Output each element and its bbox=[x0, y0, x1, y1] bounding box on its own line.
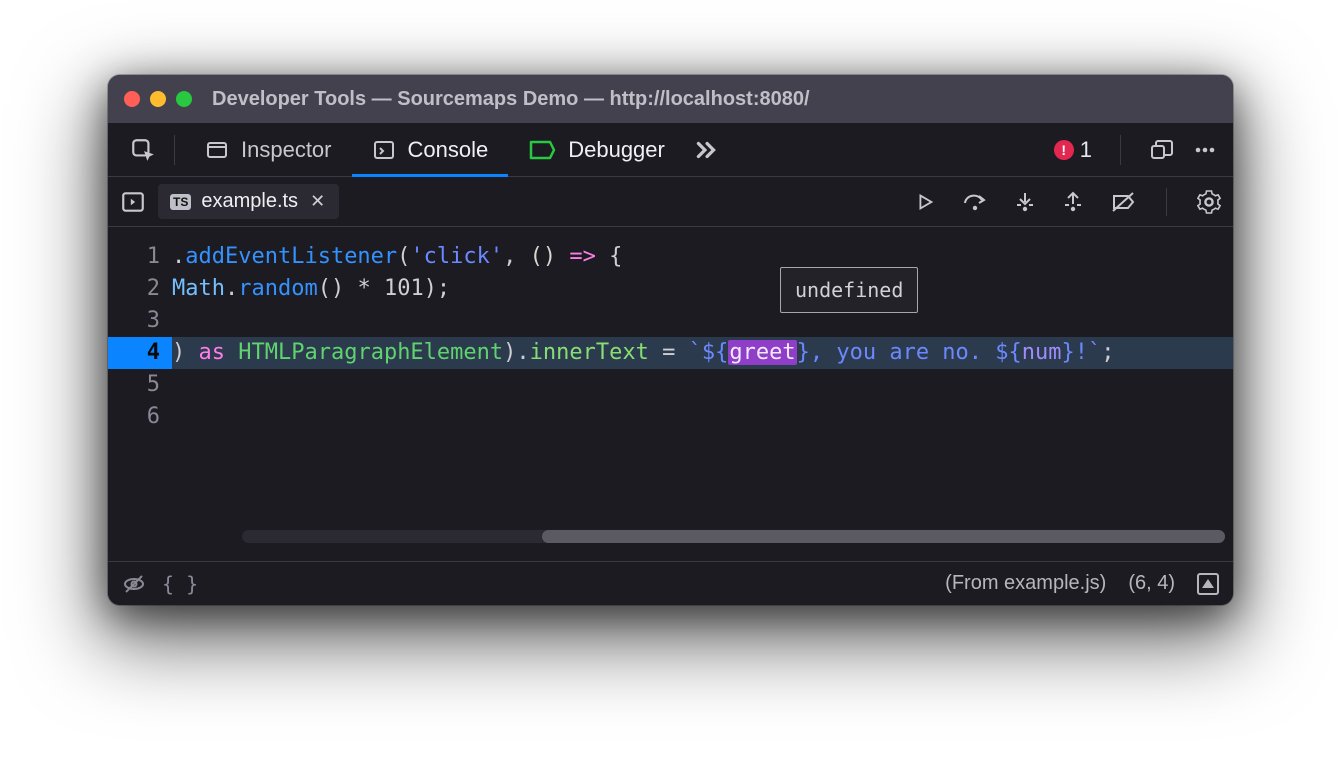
debugger-subbar: TS example.ts ✕ bbox=[108, 177, 1233, 227]
code-line bbox=[172, 401, 1233, 433]
chevron-double-right-icon bbox=[693, 137, 719, 163]
titlebar: Developer Tools — Sourcemaps Demo — http… bbox=[108, 75, 1233, 123]
debugger-settings-button[interactable] bbox=[1197, 190, 1221, 214]
step-in-button[interactable] bbox=[1014, 190, 1036, 214]
step-over-button[interactable] bbox=[962, 191, 988, 213]
ts-badge: TS bbox=[170, 194, 191, 210]
sourcemap-icon[interactable] bbox=[1197, 573, 1219, 595]
console-icon bbox=[372, 138, 396, 162]
element-picker-icon bbox=[130, 137, 156, 163]
dock-mode-button[interactable] bbox=[1149, 138, 1175, 162]
close-tab-button[interactable]: ✕ bbox=[308, 191, 327, 212]
debugger-icon bbox=[528, 138, 556, 162]
pretty-print-button[interactable]: { } bbox=[162, 572, 198, 596]
sources-toggle-button[interactable] bbox=[120, 189, 146, 215]
inspector-icon bbox=[205, 138, 229, 162]
devtools-window: Developer Tools — Sourcemaps Demo — http… bbox=[108, 75, 1233, 605]
horizontal-scrollbar[interactable] bbox=[242, 530, 1225, 543]
tab-console-label: Console bbox=[408, 137, 489, 163]
panel-tabs: Inspector Console Debugger bbox=[122, 123, 727, 176]
scrollbar-thumb[interactable] bbox=[542, 530, 1225, 543]
error-icon bbox=[1054, 140, 1074, 160]
resume-button[interactable] bbox=[914, 191, 936, 213]
separator bbox=[1166, 188, 1167, 216]
line-number: 3 bbox=[108, 305, 160, 337]
subbar-left: TS example.ts ✕ bbox=[120, 184, 339, 219]
file-tab-label: example.ts bbox=[201, 190, 298, 213]
code-line: .addEventListener('click', () => { bbox=[172, 241, 1233, 273]
code-line: ) as HTMLParagraphElement).innerText = `… bbox=[172, 337, 1233, 369]
line-gutter: 1 2 3 4 5 6 bbox=[108, 227, 172, 561]
line-number: 1 bbox=[108, 241, 160, 273]
code-line bbox=[172, 305, 1233, 337]
code-line: Math.random() * 101); bbox=[172, 273, 1233, 305]
window-maximize-button[interactable] bbox=[176, 91, 192, 107]
error-count-badge[interactable]: 1 bbox=[1054, 137, 1092, 163]
source-editor[interactable]: 1 2 3 4 5 6 .addEventListener('click', (… bbox=[108, 227, 1233, 561]
kebab-menu-button[interactable] bbox=[1193, 138, 1217, 162]
error-count: 1 bbox=[1080, 137, 1092, 163]
line-number: 2 bbox=[108, 273, 160, 305]
tab-console[interactable]: Console bbox=[352, 123, 509, 176]
window-minimize-button[interactable] bbox=[150, 91, 166, 107]
panel-toolbar: Inspector Console Debugger bbox=[108, 123, 1233, 177]
cursor-position: (6, 4) bbox=[1128, 572, 1175, 595]
toolbar-right: 1 bbox=[1054, 135, 1223, 165]
separator bbox=[174, 135, 175, 165]
debug-controls bbox=[914, 188, 1221, 216]
more-tabs-button[interactable] bbox=[685, 123, 727, 176]
tab-inspector-label: Inspector bbox=[241, 137, 332, 163]
tab-debugger[interactable]: Debugger bbox=[508, 123, 685, 176]
line-number: 5 bbox=[108, 369, 160, 401]
code-area[interactable]: .addEventListener('click', () => { Math.… bbox=[172, 227, 1233, 561]
sourcemap-origin: (From example.js) bbox=[945, 572, 1106, 595]
window-title: Developer Tools — Sourcemaps Demo — http… bbox=[212, 88, 1217, 111]
file-tab-example-ts[interactable]: TS example.ts ✕ bbox=[158, 184, 339, 219]
line-number: 6 bbox=[108, 401, 160, 433]
window-close-button[interactable] bbox=[124, 91, 140, 107]
status-bar: { } (From example.js) (6, 4) bbox=[108, 561, 1233, 605]
tab-inspector[interactable]: Inspector bbox=[185, 123, 352, 176]
status-right: (From example.js) (6, 4) bbox=[945, 572, 1219, 595]
element-picker-button[interactable] bbox=[122, 123, 164, 176]
tab-debugger-label: Debugger bbox=[568, 137, 665, 163]
code-line bbox=[172, 369, 1233, 401]
blackbox-icon[interactable] bbox=[122, 572, 146, 596]
traffic-lights bbox=[124, 91, 192, 107]
line-number: 4 bbox=[108, 337, 160, 369]
step-out-button[interactable] bbox=[1062, 190, 1084, 214]
deactivate-breakpoints-button[interactable] bbox=[1110, 191, 1136, 213]
hovered-token-greet[interactable]: greet bbox=[728, 340, 796, 365]
separator bbox=[1120, 135, 1121, 165]
